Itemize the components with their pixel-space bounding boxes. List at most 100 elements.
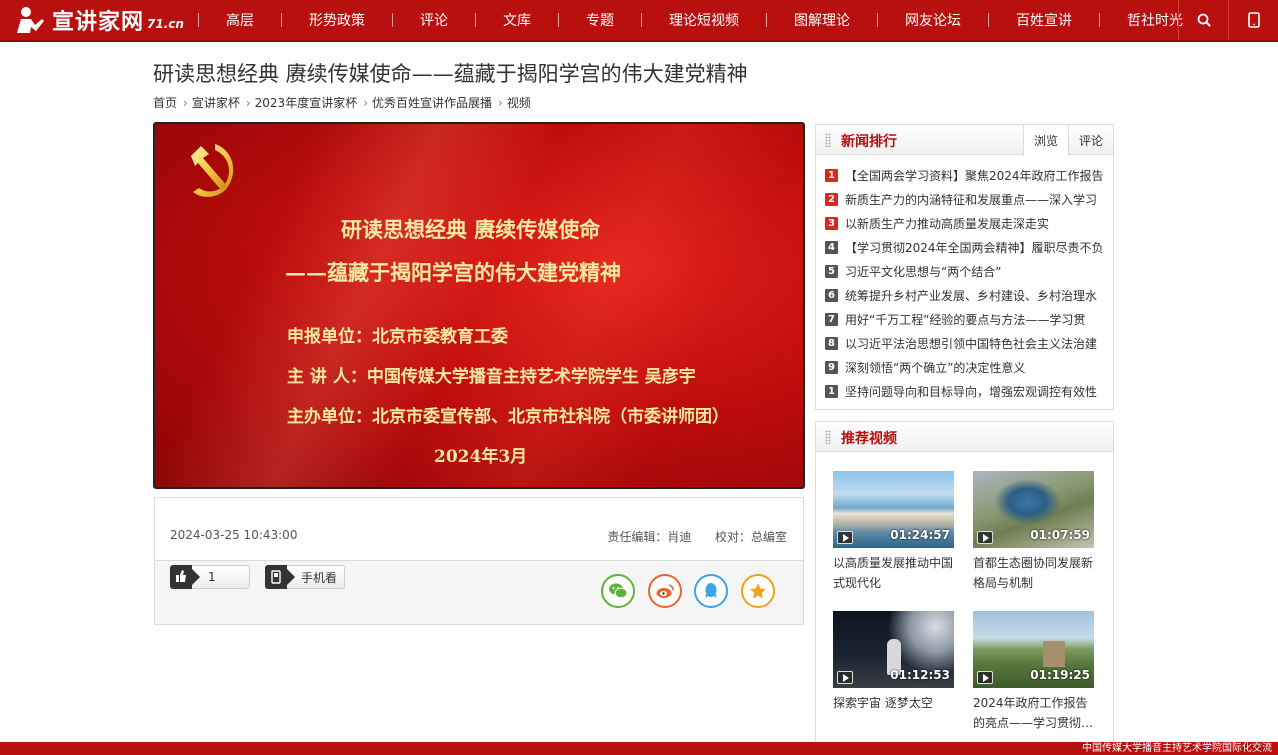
nav-divider [475, 13, 476, 27]
video-thumbnail[interactable]: 01:07:59 [973, 471, 1094, 548]
video-card[interactable]: 01:12:53 探索宇宙 逐梦太空 [833, 611, 954, 733]
logo-speaker-icon [17, 7, 44, 33]
rank-title[interactable]: 【学习贯彻2024年全国两会精神】履职尽责不负 [845, 239, 1104, 256]
share-weibo-button[interactable] [648, 574, 682, 608]
video-info-speaker: 主 讲 人：中国传媒大学播音主持艺术学院学生 吴彦宇 [287, 367, 696, 387]
video-title[interactable]: 2024年政府工作报告的亮点——学习贯彻… [973, 693, 1094, 733]
publish-datetime: 2024-03-25 10:43:00 [170, 528, 298, 542]
ranking-header: 新闻排行 浏览 评论 [816, 125, 1113, 156]
list-item[interactable]: 1 坚持问题导向和目标导向，增强宏观调控有效性 [825, 379, 1110, 403]
nav-item-forum[interactable]: 网友论坛 [884, 10, 982, 30]
rank-number: 4 [825, 240, 838, 254]
rank-title[interactable]: 以习近平法治思想引领中国特色社会主义法治建 [845, 335, 1097, 352]
nav-item-short-video[interactable]: 理论短视频 [648, 10, 760, 30]
rank-number: 8 [825, 336, 838, 350]
rank-title[interactable]: 【全国两会学习资料】聚焦2024年政府工作报告 [845, 167, 1104, 184]
nav-item-zhuanti[interactable]: 专题 [565, 10, 635, 30]
search-button[interactable] [1178, 0, 1228, 40]
rank-number: 5 [825, 264, 838, 278]
rank-number: 7 [825, 312, 838, 326]
meta-action-row: 1 手机看 [155, 561, 803, 624]
rank-number: 9 [825, 360, 838, 374]
video-duration: 01:19:25 [1030, 668, 1090, 682]
news-ranking-panel: 新闻排行 浏览 评论 1 【全国两会学习资料】聚焦2024年政府工作报告 2 新质生… [815, 124, 1114, 410]
weibo-icon [656, 584, 674, 598]
list-item[interactable]: 2 新质生产力的内涵特征和发展重点——深入学习 [825, 187, 1110, 211]
video-thumbnail[interactable]: 01:19:25 [973, 611, 1094, 688]
nav-item-wenku[interactable]: 文库 [482, 10, 552, 30]
list-item[interactable]: 1 【全国两会学习资料】聚焦2024年政府工作报告 [825, 163, 1110, 187]
ranking-tabs: 浏览 评论 [1023, 125, 1113, 156]
video-player[interactable]: 研读思想经典 赓续传媒使命 ——蕴藏于揭阳学宫的伟大建党精神 申报单位：北京市委… [153, 122, 805, 489]
tab-views[interactable]: 浏览 [1023, 125, 1068, 156]
rank-title[interactable]: 坚持问题导向和目标导向，增强宏观调控有效性 [845, 383, 1097, 400]
play-icon [977, 671, 993, 684]
nav-item-pinglun[interactable]: 评论 [399, 10, 469, 30]
nav-divider [766, 13, 767, 27]
grip-icon [825, 430, 831, 444]
rank-title[interactable]: 深刻领悟“两个确立”的决定性意义 [845, 359, 1025, 376]
editor-info: 责任编辑：肖迪 校对：总编室 [607, 528, 787, 545]
video-title-line1: 研读思想经典 赓续传媒使命 [341, 217, 601, 242]
bottom-ticker-bar: 中国传媒大学播音主持艺术学院国际化交流 [0, 742, 1278, 755]
list-item[interactable]: 6 统筹提升乡村产业发展、乡村建设、乡村治理水 [825, 283, 1110, 307]
rank-title[interactable]: 统筹提升乡村产业发展、乡村建设、乡村治理水 [845, 287, 1097, 304]
list-item[interactable]: 3 以新质生产力推动高质量发展走深走实 [825, 211, 1110, 235]
rank-title[interactable]: 新质生产力的内涵特征和发展重点——深入学习 [845, 191, 1097, 208]
share-wechat-button[interactable] [601, 574, 635, 608]
list-item[interactable]: 4 【学习贯彻2024年全国两会精神】履职尽责不负 [825, 235, 1110, 259]
site-logo[interactable]: 宣讲家网 71.cn [14, 4, 184, 36]
mobile-button[interactable] [1228, 0, 1278, 40]
like-button[interactable]: 1 [170, 564, 250, 589]
video-title[interactable]: 首都生态圈协同发展新格局与机制 [973, 553, 1094, 593]
video-card[interactable]: 01:24:57 以高质量发展推动中国式现代化 [833, 471, 954, 593]
nav-item-tujie[interactable]: 图解理论 [773, 10, 871, 30]
mobile-icon [1247, 12, 1260, 28]
editor-name: 责任编辑：肖迪 [607, 530, 692, 544]
nav-item-xingshi[interactable]: 形势政策 [288, 10, 386, 30]
like-count: 1 [208, 570, 216, 584]
video-thumbnail[interactable]: 01:12:53 [833, 611, 954, 688]
page-title: 研读思想经典 赓续传媒使命——蕴藏于揭阳学宫的伟大建党精神 [153, 62, 748, 86]
breadcrumb-xuanjiangjiabei[interactable]: 宣讲家杯 [192, 94, 240, 111]
article-meta: 2024-03-25 10:43:00 责任编辑：肖迪 校对：总编室 1 手机看 [154, 497, 804, 625]
rank-title[interactable]: 用好“千万工程”经验的要点与方法——学习贯 [845, 311, 1085, 328]
tab-comments[interactable]: 评论 [1068, 125, 1113, 156]
breadcrumb-2023[interactable]: 2023年度宣讲家杯 [255, 94, 358, 111]
mobile-view-button[interactable]: 手机看 [265, 564, 345, 589]
nav-item-gaoceng[interactable]: 高层 [205, 10, 275, 30]
video-thumbnail[interactable]: 01:24:57 [833, 471, 954, 548]
share-qq-button[interactable] [694, 574, 728, 608]
grip-icon [825, 133, 831, 147]
rank-number: 6 [825, 288, 838, 302]
video-title[interactable]: 以高质量发展推动中国式现代化 [833, 553, 954, 593]
recommended-title: 推荐视频 [841, 431, 897, 447]
mobile-view-label: 手机看 [301, 570, 338, 585]
rank-title[interactable]: 以新质生产力推动高质量发展走深走实 [845, 215, 1049, 232]
meta-info-row: 2024-03-25 10:43:00 责任编辑：肖迪 校对：总编室 [155, 498, 803, 561]
video-card[interactable]: 01:19:25 2024年政府工作报告的亮点——学习贯彻… [973, 611, 1094, 733]
recommended-header: 推荐视频 [816, 422, 1113, 452]
list-item[interactable]: 7 用好“千万工程”经验的要点与方法——学习贯 [825, 307, 1110, 331]
video-duration: 01:12:53 [890, 668, 950, 682]
party-emblem-icon [191, 144, 234, 197]
rank-title[interactable]: 习近平文化思想与“两个结合” [845, 263, 1001, 280]
video-title[interactable]: 探索宇宙 逐梦太空 [833, 693, 954, 733]
proofreader: 校对：总编室 [714, 530, 787, 544]
list-item[interactable]: 9 深刻领悟“两个确立”的决定性意义 [825, 355, 1110, 379]
video-card[interactable]: 01:07:59 首都生态圈协同发展新格局与机制 [973, 471, 1094, 593]
logo-domain: 71.cn [147, 17, 184, 31]
list-item[interactable]: 8 以习近平法治思想引领中国特色社会主义法治建 [825, 331, 1110, 355]
nav-icon-group [1178, 0, 1278, 40]
share-favorite-button[interactable] [741, 574, 775, 608]
list-item[interactable]: 5 习近平文化思想与“两个结合” [825, 259, 1110, 283]
breadcrumb-video[interactable]: 视频 [507, 94, 531, 111]
recommended-videos-panel: 推荐视频 01:24:57 以高质量发展推动中国式现代化 01:07:59 首都… [815, 421, 1114, 751]
breadcrumb-showcase[interactable]: 优秀百姓宣讲作品展播 [372, 94, 492, 111]
nav-item-baixing[interactable]: 百姓宣讲 [995, 10, 1093, 30]
play-icon [977, 531, 993, 544]
nav-divider [392, 13, 393, 27]
video-duration: 01:24:57 [890, 528, 950, 542]
breadcrumb-home[interactable]: 首页 [153, 94, 177, 111]
breadcrumb: 首页 › 宣讲家杯 › 2023年度宣讲家杯 › 优秀百姓宣讲作品展播 › 视频 [153, 94, 531, 111]
